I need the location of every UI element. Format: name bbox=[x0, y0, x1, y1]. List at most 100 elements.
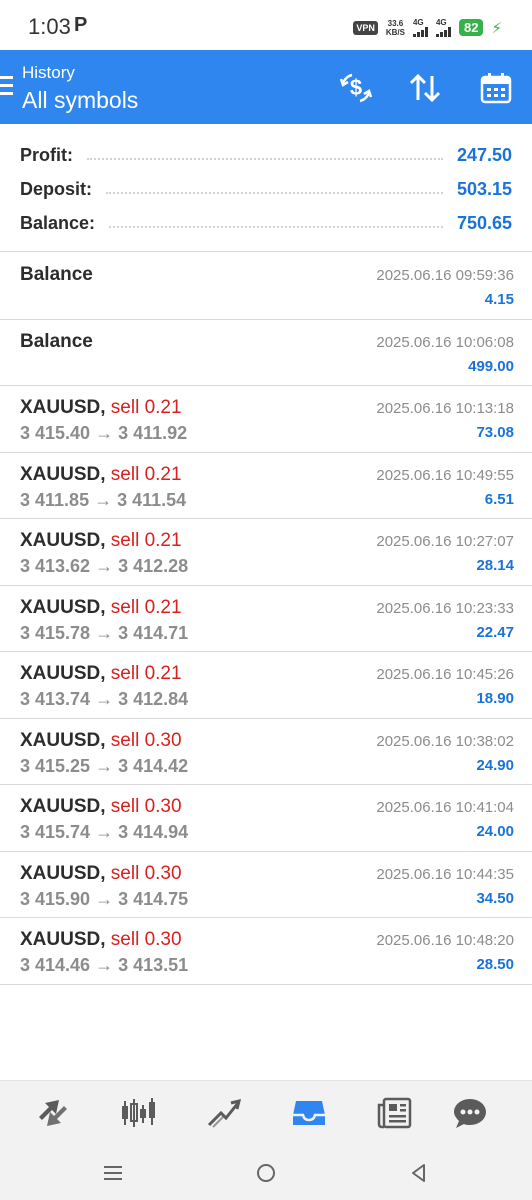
deal-symbol: Balance bbox=[20, 264, 93, 285]
signal-bars-icon bbox=[435, 27, 451, 37]
deal-prices: 3 411.85 → 3 411.54 bbox=[20, 489, 187, 510]
deal-time: 2025.06.16 10:06:08 bbox=[376, 333, 514, 351]
deal-prices: 3 414.46 → 3 413.51 bbox=[20, 955, 189, 975]
deal-symbol: Balance bbox=[20, 330, 93, 352]
bottom-navigation bbox=[0, 1080, 532, 1144]
home-icon[interactable] bbox=[251, 1158, 281, 1188]
deal-list: Balance 2025.06.16 09:59:36 4.15 Balance… bbox=[0, 253, 532, 985]
dotted-leader bbox=[109, 226, 443, 228]
deal-side: sell 0.21 bbox=[110, 596, 182, 618]
deal-amount: 4.15 bbox=[484, 291, 514, 308]
deal-symbol: XAUUSD, bbox=[20, 530, 106, 551]
app-bar: History All symbols $ bbox=[0, 50, 532, 124]
list-item[interactable]: XAUUSD, sell 0.21 3 413.74 → 3 412.84 20… bbox=[0, 652, 532, 719]
deal-side: sell 0.30 bbox=[110, 796, 182, 817]
deal-side: sell 0.30 bbox=[110, 729, 182, 751]
deal-title: XAUUSD, sell 0.21 bbox=[20, 464, 182, 486]
history-icon[interactable] bbox=[289, 1093, 329, 1133]
deal-prices: 3 415.25 → 3 414.42 bbox=[20, 755, 189, 776]
deal-time: 2025.06.16 10:38:02 bbox=[376, 732, 514, 750]
balance-row: Balance: 750.65 bbox=[20, 208, 512, 238]
list-item[interactable]: XAUUSD, sell 0.21 3 415.78 → 3 414.71 20… bbox=[0, 586, 532, 652]
deal-title: XAUUSD, sell 0.21 bbox=[20, 397, 182, 419]
deal-prices: 3 415.90 → 3 414.75 bbox=[20, 888, 189, 909]
back-icon[interactable] bbox=[404, 1158, 434, 1188]
list-item[interactable]: XAUUSD, sell 0.30 3 415.90 → 3 414.75 20… bbox=[0, 852, 532, 918]
menu-icon[interactable] bbox=[0, 68, 14, 104]
chat-icon[interactable] bbox=[450, 1093, 490, 1133]
history-summary: Profit: 247.50 Deposit: 503.15 Balance: … bbox=[0, 124, 532, 252]
network-speed: 33.6 KB/S bbox=[386, 19, 405, 37]
deal-amount: 28.14 bbox=[476, 557, 514, 574]
deal-side: sell 0.21 bbox=[110, 397, 182, 418]
deal-amount: 73.08 bbox=[476, 424, 514, 441]
page-subtitle: History bbox=[22, 63, 75, 82]
vpn-badge: VPN bbox=[353, 20, 378, 35]
deal-prices: 3 413.62 → 3 412.28 bbox=[20, 556, 189, 576]
carrier-glyph: P bbox=[74, 14, 88, 36]
deal-title: XAUUSD, sell 0.30 bbox=[20, 929, 182, 951]
deal-symbol: XAUUSD, bbox=[20, 397, 106, 418]
sort-icon[interactable] bbox=[405, 68, 445, 108]
deal-amount: 34.50 bbox=[476, 889, 514, 907]
status-time: 1:03 bbox=[28, 14, 71, 39]
deal-time: 2025.06.16 10:27:07 bbox=[376, 533, 514, 550]
system-navigation bbox=[0, 1144, 532, 1200]
deal-symbol: XAUUSD, bbox=[20, 596, 106, 618]
news-icon[interactable] bbox=[374, 1093, 414, 1133]
deal-prices: 3 415.78 → 3 414.71 bbox=[20, 622, 189, 643]
calendar-icon[interactable] bbox=[476, 68, 516, 108]
deal-amount: 24.90 bbox=[476, 756, 514, 774]
deal-title: XAUUSD, sell 0.21 bbox=[20, 530, 182, 552]
deal-side: sell 0.21 bbox=[110, 463, 182, 485]
quotes-icon[interactable] bbox=[33, 1093, 73, 1133]
trade-icon[interactable] bbox=[204, 1093, 244, 1133]
list-item[interactable]: XAUUSD, sell 0.21 3 413.62 → 3 412.28 20… bbox=[0, 519, 532, 586]
chart-icon[interactable] bbox=[118, 1093, 158, 1133]
deal-title: Balance bbox=[20, 331, 93, 353]
deal-side: sell 0.30 bbox=[110, 929, 182, 950]
deal-title: Balance bbox=[20, 264, 93, 286]
status-indicators: VPN 33.6 KB/S 4G 4G 82 ⚡ bbox=[353, 18, 502, 37]
signal-sim2: 4G bbox=[435, 18, 451, 37]
deposit-label: Deposit: bbox=[20, 178, 92, 199]
deposit-row: Deposit: 503.15 bbox=[20, 174, 512, 204]
deal-time: 2025.06.16 10:45:26 bbox=[376, 666, 514, 683]
deal-title: XAUUSD, sell 0.30 bbox=[20, 796, 182, 818]
network-speed-unit: KB/S bbox=[385, 27, 405, 37]
list-item[interactable]: Balance 2025.06.16 10:06:08 499.00 bbox=[0, 320, 532, 386]
battery-level: 82 bbox=[458, 19, 484, 36]
deal-amount: 28.50 bbox=[476, 956, 514, 973]
recents-icon[interactable] bbox=[98, 1158, 128, 1188]
deal-symbol: XAUUSD, bbox=[20, 796, 106, 817]
deal-time: 2025.06.16 09:59:36 bbox=[376, 267, 514, 284]
deal-title: XAUUSD, sell 0.30 bbox=[20, 863, 182, 885]
balance-label: Balance: bbox=[20, 212, 96, 233]
deal-prices: 3 413.74 → 3 412.84 bbox=[20, 689, 189, 709]
deal-side: sell 0.21 bbox=[110, 663, 182, 684]
svg-text:$: $ bbox=[350, 75, 362, 100]
balance-value: 750.65 bbox=[456, 212, 512, 233]
deal-symbol: XAUUSD, bbox=[20, 729, 106, 751]
bolt-icon: ⚡ bbox=[491, 19, 502, 37]
page-title[interactable]: All symbols bbox=[22, 87, 138, 114]
currency-exchange-icon[interactable]: $ bbox=[336, 68, 376, 108]
deal-symbol: XAUUSD, bbox=[20, 663, 106, 684]
profit-value: 247.50 bbox=[456, 144, 512, 165]
list-item[interactable]: XAUUSD, sell 0.30 3 415.74 → 3 414.94 20… bbox=[0, 785, 532, 852]
deal-time: 2025.06.16 10:41:04 bbox=[376, 799, 514, 816]
deal-amount: 22.47 bbox=[476, 623, 514, 641]
sim2-label: 4G bbox=[435, 18, 447, 27]
list-item[interactable]: XAUUSD, sell 0.21 3 415.40 → 3 411.92 20… bbox=[0, 386, 532, 453]
list-item[interactable]: XAUUSD, sell 0.30 3 414.46 → 3 413.51 20… bbox=[0, 918, 532, 985]
list-item[interactable]: XAUUSD, sell 0.30 3 415.25 → 3 414.42 20… bbox=[0, 719, 532, 785]
deal-amount: 24.00 bbox=[476, 823, 514, 840]
deal-time: 2025.06.16 10:49:55 bbox=[376, 466, 514, 484]
deal-time: 2025.06.16 10:13:18 bbox=[376, 400, 514, 417]
deal-title: XAUUSD, sell 0.21 bbox=[20, 597, 182, 619]
deal-amount: 18.90 bbox=[476, 690, 514, 707]
deal-time: 2025.06.16 10:23:33 bbox=[376, 599, 514, 617]
deal-side: sell 0.30 bbox=[110, 862, 182, 884]
list-item[interactable]: XAUUSD, sell 0.21 3 411.85 → 3 411.54 20… bbox=[0, 453, 532, 519]
list-item[interactable]: Balance 2025.06.16 09:59:36 4.15 bbox=[0, 253, 532, 320]
